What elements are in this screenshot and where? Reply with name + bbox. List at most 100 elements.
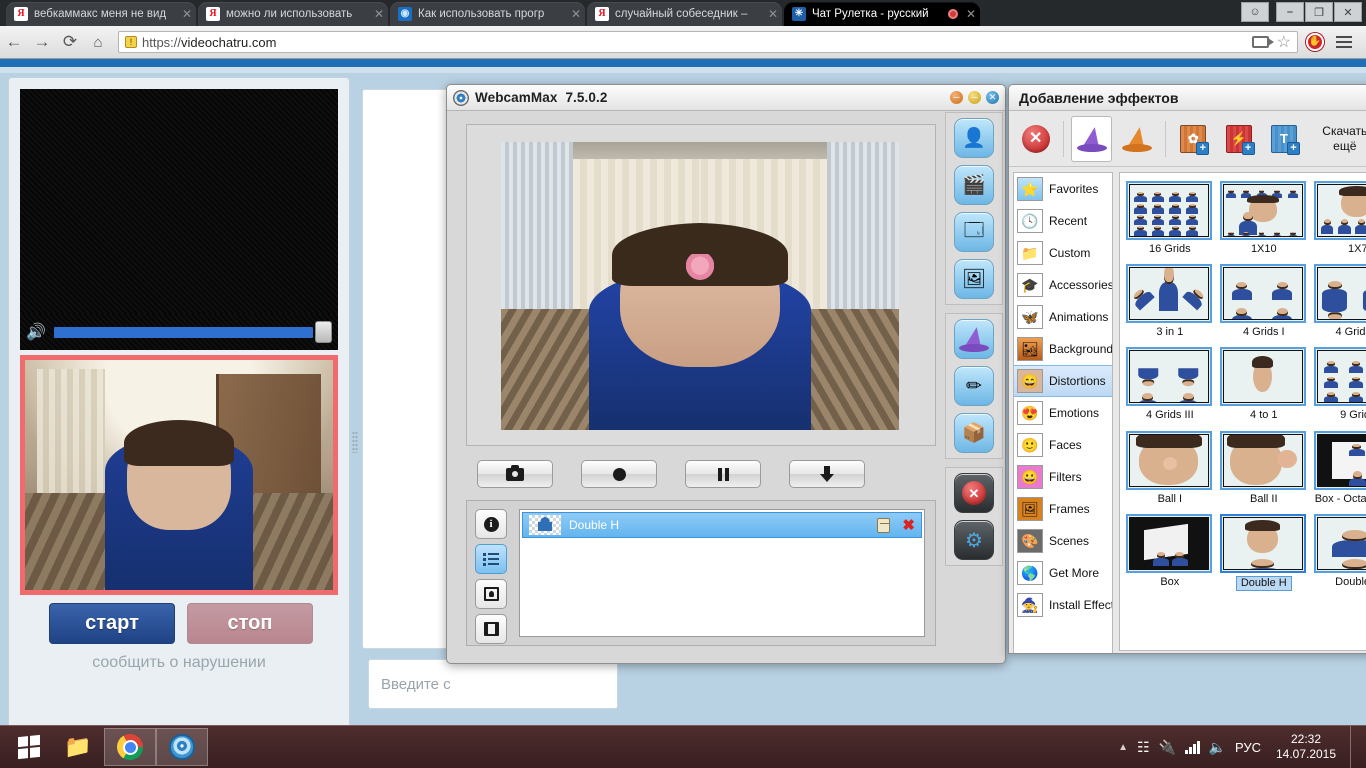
- usb-device-icon[interactable]: 🔌: [1159, 739, 1176, 756]
- windows-icon[interactable]: ☷: [1137, 739, 1150, 756]
- effect-thumbnail[interactable]: [1314, 264, 1366, 323]
- remote-video-view[interactable]: [20, 89, 338, 314]
- category-scenes[interactable]: 🎨Scenes: [1014, 525, 1112, 557]
- chevron-up-icon[interactable]: ▲: [1118, 742, 1128, 753]
- category-frames[interactable]: 🖼Frames: [1014, 493, 1112, 525]
- effect-thumbnail[interactable]: [1220, 431, 1306, 490]
- effect-item-4-grids-i[interactable]: 4 Grids I: [1220, 264, 1308, 339]
- forward-arrow-icon[interactable]: →: [28, 28, 56, 56]
- effect-thumbnail[interactable]: [1220, 181, 1306, 240]
- language-indicator[interactable]: РУС: [1235, 740, 1261, 755]
- snapshot-button[interactable]: [477, 460, 553, 488]
- insecure-warning-icon[interactable]: !: [125, 36, 137, 48]
- user-avatar-icon[interactable]: ☺: [1241, 2, 1269, 22]
- list-item[interactable]: Double H ✖: [522, 512, 922, 538]
- back-arrow-icon[interactable]: ←: [0, 28, 28, 56]
- extras-button[interactable]: 📦: [954, 413, 994, 453]
- browser-tab-5-active[interactable]: ✳ Чат Рулетка - русский ✕: [784, 2, 980, 26]
- effect-item-16-grids[interactable]: 16 Grids: [1126, 181, 1214, 256]
- effect-item-9-grids[interactable]: 9 Grids: [1314, 347, 1366, 422]
- signal-bars-icon[interactable]: [1185, 741, 1200, 754]
- effect-thumbnail[interactable]: [1314, 181, 1366, 240]
- speaker-icon[interactable]: 🔈: [1209, 739, 1226, 756]
- restore-icon[interactable]: ❐: [1305, 2, 1333, 22]
- effect-item-1x7[interactable]: 1X7: [1314, 181, 1366, 256]
- effects-tab-button[interactable]: [1071, 116, 1112, 162]
- effect-item-double-v[interactable]: Double V: [1314, 514, 1366, 591]
- add-flash-button[interactable]: ⚡+: [1218, 116, 1259, 162]
- film-view-button[interactable]: [475, 614, 507, 644]
- info-button[interactable]: i: [475, 509, 507, 539]
- red-x-icon[interactable]: ✖: [902, 518, 915, 533]
- settings-button[interactable]: ⚙: [954, 520, 994, 560]
- chrome-taskbar-button[interactable]: [104, 728, 156, 766]
- star-icon[interactable]: ☆: [1277, 32, 1291, 52]
- category-faces[interactable]: 🙂Faces: [1014, 429, 1112, 461]
- volume-control[interactable]: 🔊: [20, 314, 338, 350]
- windows-start-icon[interactable]: [6, 728, 52, 766]
- minimize-icon[interactable]: ⎯: [1276, 2, 1304, 22]
- volume-slider-knob[interactable]: [315, 321, 332, 343]
- volume-slider-track[interactable]: [54, 327, 313, 338]
- effect-item-4-grids-ii[interactable]: 4 Grids II: [1314, 264, 1366, 339]
- webcammax-titlebar[interactable]: WebcamMax 7.5.0.2 ─ ─ ✕: [447, 85, 1005, 111]
- effect-thumbnail[interactable]: [1126, 347, 1212, 406]
- address-bar[interactable]: ! https://videochatru.com ☆: [118, 31, 1298, 53]
- browser-tab-4[interactable]: Я случайный собеседник – ✕: [587, 2, 782, 26]
- effect-thumbnail[interactable]: [1126, 264, 1212, 323]
- hamburger-menu-icon[interactable]: [1336, 36, 1352, 48]
- source-video-button[interactable]: 🎬: [954, 165, 994, 205]
- effect-thumbnail[interactable]: [1126, 431, 1212, 490]
- effect-item-double-h[interactable]: Double H: [1220, 514, 1308, 591]
- category-recent[interactable]: 🕓Recent: [1014, 205, 1112, 237]
- effect-category-list[interactable]: ⭐Favorites 🕓Recent 📁Custom 🎓Accessories …: [1013, 172, 1113, 654]
- category-install-effects[interactable]: 🧙Install Effects: [1014, 589, 1112, 621]
- browser-tab-2[interactable]: Я можно ли использовать ✕: [198, 2, 388, 26]
- effect-item-3-in-1[interactable]: 3 in 1: [1126, 264, 1214, 339]
- close-icon[interactable]: ✕: [966, 7, 976, 21]
- camera-icon[interactable]: [1252, 36, 1269, 48]
- close-icon[interactable]: ✕: [182, 7, 192, 21]
- category-distortions[interactable]: 😄Distortions: [1014, 365, 1112, 397]
- source-webcam-button[interactable]: 👤: [954, 118, 994, 158]
- effect-thumbnail[interactable]: [1126, 181, 1212, 240]
- clipboard-icon[interactable]: [877, 518, 890, 533]
- effect-item-1x10[interactable]: 1X10: [1220, 181, 1308, 256]
- message-input[interactable]: Введите с: [368, 659, 618, 709]
- clock[interactable]: 22:32 14.07.2015: [1270, 732, 1342, 762]
- category-animations[interactable]: 🦋Animations: [1014, 301, 1112, 333]
- close-icon[interactable]: ✕: [986, 91, 999, 104]
- category-custom[interactable]: 📁Custom: [1014, 237, 1112, 269]
- stop-button[interactable]: стоп: [187, 603, 313, 644]
- record-button[interactable]: [581, 460, 657, 488]
- effect-thumbnail[interactable]: [1126, 514, 1212, 573]
- maximize-icon[interactable]: ─: [968, 91, 981, 104]
- effect-thumbnail[interactable]: [1220, 514, 1306, 573]
- effect-item-box-octahedron[interactable]: Box - Octahedron: [1314, 431, 1366, 506]
- category-accessories[interactable]: 🎓Accessories: [1014, 269, 1112, 301]
- panel-resize-handle[interactable]: [352, 431, 358, 453]
- applied-effects-list[interactable]: Double H ✖: [519, 509, 925, 637]
- category-emotions[interactable]: 😍Emotions: [1014, 397, 1112, 429]
- effect-item-4-to-1[interactable]: 4 to 1: [1220, 347, 1308, 422]
- effect-thumbnail[interactable]: [1314, 514, 1366, 573]
- browser-tab-1[interactable]: Я вебкаммакс меня не вид ✕: [6, 2, 196, 26]
- effect-item-4-grids-iii[interactable]: 4 Grids III: [1126, 347, 1214, 422]
- speaker-icon[interactable]: 🔊: [26, 323, 48, 341]
- file-explorer-icon[interactable]: 📁: [52, 728, 104, 766]
- card-view-button[interactable]: [475, 579, 507, 609]
- effect-thumbnail[interactable]: [1314, 431, 1366, 490]
- effects-button[interactable]: [954, 319, 994, 359]
- reload-icon[interactable]: ⟳: [56, 28, 84, 56]
- close-icon[interactable]: ✕: [571, 7, 581, 21]
- effect-thumbnail[interactable]: [1220, 264, 1306, 323]
- download-more-button[interactable]: Скачать ещё: [1317, 124, 1366, 154]
- category-favorites[interactable]: ⭐Favorites: [1014, 173, 1112, 205]
- minimize-icon[interactable]: ─: [950, 91, 963, 104]
- source-desktop-button[interactable]: 🗔: [954, 212, 994, 252]
- doodle-button[interactable]: ✏: [954, 366, 994, 406]
- category-get-more[interactable]: 🌎Get More: [1014, 557, 1112, 589]
- effect-thumbnail[interactable]: [1314, 347, 1366, 406]
- effects-grid-wrapper[interactable]: 16 Grids 1X10 1X7: [1119, 172, 1366, 651]
- start-button[interactable]: старт: [49, 603, 175, 644]
